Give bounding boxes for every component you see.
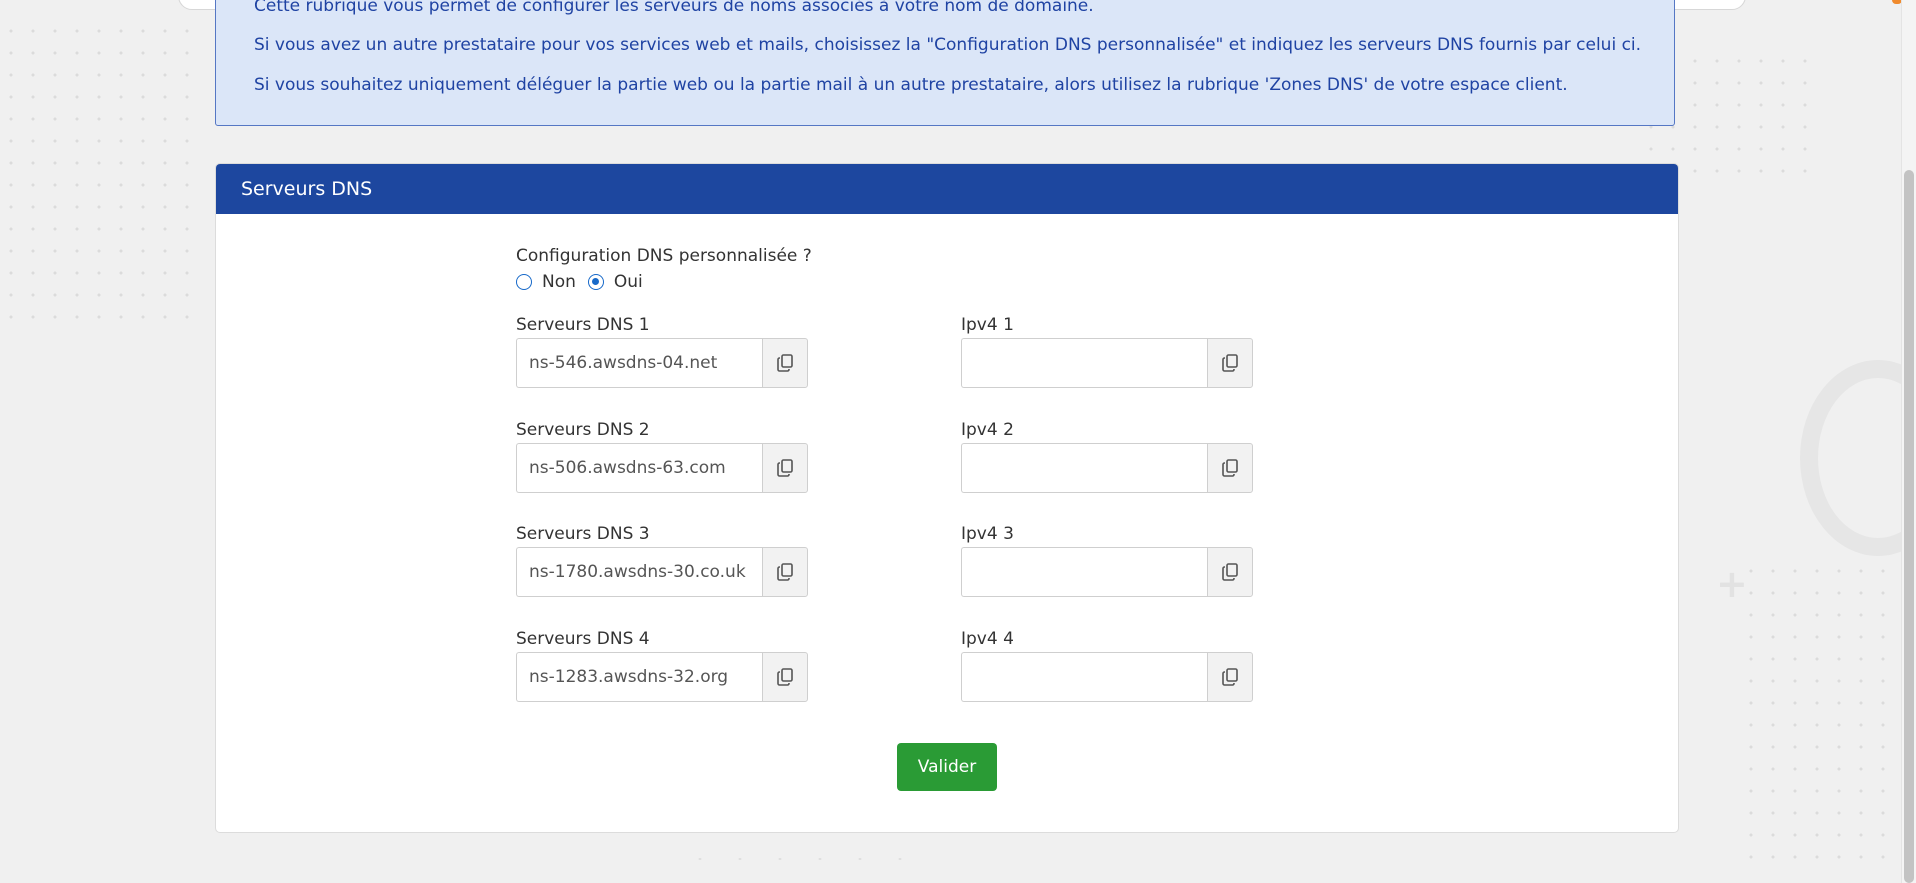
dns-server-2-group: ns-506.awsdns-63.com bbox=[516, 443, 808, 493]
ipv4-1-input[interactable] bbox=[961, 338, 1207, 388]
info-line-3: Si vous souhaitez uniquement déléguer la… bbox=[254, 75, 1568, 95]
submit-button[interactable]: Valider bbox=[897, 743, 997, 791]
copy-dns-server-2-button[interactable] bbox=[762, 443, 808, 493]
copy-ipv4-3-button[interactable] bbox=[1207, 547, 1253, 597]
copy-ipv4-4-button[interactable] bbox=[1207, 652, 1253, 702]
radio-oui-label[interactable]: Oui bbox=[614, 272, 643, 292]
ipv4-3-input[interactable] bbox=[961, 547, 1207, 597]
ipv4-1-group bbox=[961, 338, 1253, 388]
dns-server-1-group: ns-546.awsdns-04.net bbox=[516, 338, 808, 388]
dns-server-3-label: Serveurs DNS 3 bbox=[516, 524, 650, 544]
ipv4-4-label: Ipv4 4 bbox=[961, 629, 1014, 649]
copy-icon bbox=[1222, 459, 1238, 477]
copy-icon bbox=[777, 563, 793, 581]
info-line-2: Si vous avez un autre prestataire pour v… bbox=[254, 35, 1642, 55]
custom-dns-radio-group: Non Oui bbox=[516, 272, 655, 292]
dns-server-3-group: ns-1780.awsdns-30.co.uk bbox=[516, 547, 808, 597]
copy-icon bbox=[1222, 563, 1238, 581]
copy-dns-server-1-button[interactable] bbox=[762, 338, 808, 388]
copy-ipv4-2-button[interactable] bbox=[1207, 443, 1253, 493]
radio-non[interactable] bbox=[516, 274, 532, 290]
background-dots bbox=[1740, 560, 1910, 860]
ipv4-3-label: Ipv4 3 bbox=[961, 524, 1014, 544]
radio-oui[interactable] bbox=[587, 274, 604, 290]
ipv4-2-label: Ipv4 2 bbox=[961, 420, 1014, 440]
ipv4-2-group bbox=[961, 443, 1253, 493]
ipv4-2-input[interactable] bbox=[961, 443, 1207, 493]
dns-server-4-group: ns-1283.awsdns-32.org bbox=[516, 652, 808, 702]
dns-server-3-input[interactable]: ns-1780.awsdns-30.co.uk bbox=[516, 547, 762, 597]
dns-server-4-input[interactable]: ns-1283.awsdns-32.org bbox=[516, 652, 762, 702]
dns-server-4-label: Serveurs DNS 4 bbox=[516, 629, 650, 649]
copy-dns-server-3-button[interactable] bbox=[762, 547, 808, 597]
scrollbar-thumb[interactable] bbox=[1904, 170, 1914, 883]
copy-icon bbox=[1222, 354, 1238, 372]
info-box: Cette rubrique vous permet de configurer… bbox=[215, 0, 1675, 126]
card-title: Serveurs DNS bbox=[241, 178, 373, 200]
radio-non-label[interactable]: Non bbox=[542, 272, 576, 292]
dns-servers-card: Serveurs DNS Configuration DNS personnal… bbox=[215, 163, 1679, 833]
background-dots bbox=[0, 20, 200, 320]
copy-ipv4-1-button[interactable] bbox=[1207, 338, 1253, 388]
background-plus: + bbox=[1716, 562, 1748, 606]
dns-server-1-label: Serveurs DNS 1 bbox=[516, 315, 650, 335]
copy-icon bbox=[777, 354, 793, 372]
background-dots bbox=[680, 848, 910, 870]
dns-server-1-input[interactable]: ns-546.awsdns-04.net bbox=[516, 338, 762, 388]
card-header: Serveurs DNS bbox=[216, 164, 1678, 214]
ipv4-3-group bbox=[961, 547, 1253, 597]
dns-server-2-input[interactable]: ns-506.awsdns-63.com bbox=[516, 443, 762, 493]
copy-dns-server-4-button[interactable] bbox=[762, 652, 808, 702]
copy-icon bbox=[777, 459, 793, 477]
copy-icon bbox=[777, 668, 793, 686]
page-scrollbar[interactable] bbox=[1901, 0, 1916, 883]
ipv4-4-group bbox=[961, 652, 1253, 702]
dns-server-2-label: Serveurs DNS 2 bbox=[516, 420, 650, 440]
custom-dns-question: Configuration DNS personnalisée ? bbox=[516, 246, 812, 266]
info-line-1: Cette rubrique vous permet de configurer… bbox=[254, 0, 1094, 16]
copy-icon bbox=[1222, 668, 1238, 686]
ipv4-1-label: Ipv4 1 bbox=[961, 315, 1014, 335]
background-circle bbox=[1800, 360, 1916, 556]
ipv4-4-input[interactable] bbox=[961, 652, 1207, 702]
